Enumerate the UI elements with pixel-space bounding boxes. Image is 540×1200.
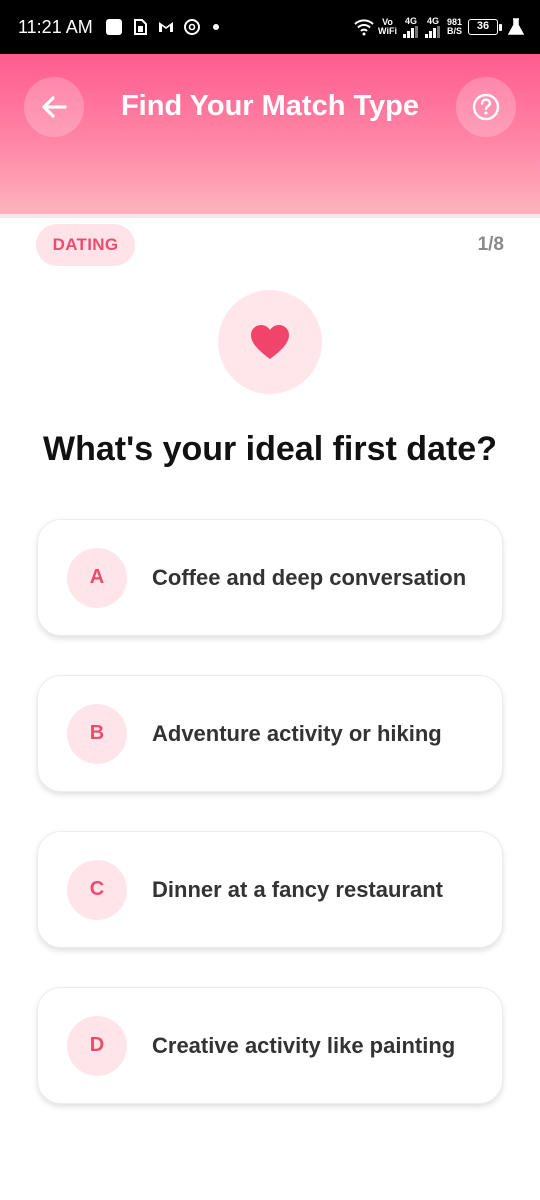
status-left: 11:21 AM — [18, 17, 354, 38]
option-letter-badge: A — [67, 547, 127, 608]
option-letter-badge: B — [67, 703, 127, 764]
network-speed: 981 B/S — [447, 18, 462, 36]
option-label: Adventure activity or hiking — [152, 720, 442, 746]
answer-option-b[interactable]: B Adventure activity or hiking — [37, 675, 503, 792]
signal-strength-2: 4G — [424, 15, 441, 38]
option-label: Dinner at a fancy restaurant — [152, 876, 443, 902]
help-circle-icon — [472, 93, 500, 121]
sim-card-icon — [131, 18, 149, 36]
vowifi-indicator: Vo WiFi — [378, 18, 397, 36]
more-notifications-dot-icon — [212, 24, 219, 30]
gmail-icon — [157, 18, 175, 36]
category-icon-container — [218, 290, 322, 394]
signal-bars-icon — [402, 25, 418, 38]
battery-level: 36 — [468, 19, 498, 35]
status-bar: 11:21 AM Vo WiFi 4G 4G 981 B/S 36 — [0, 0, 540, 54]
category-badge: DATING — [36, 224, 135, 266]
option-letter-badge: D — [67, 1015, 127, 1076]
network-speed-unit: B/S — [446, 26, 462, 36]
option-letter-badge: C — [67, 859, 127, 920]
help-button[interactable] — [456, 77, 516, 137]
notification-app-icon — [105, 18, 123, 36]
option-label: Coffee and deep conversation — [152, 564, 467, 590]
signal-bars-icon — [424, 25, 440, 38]
app-header — [0, 54, 540, 214]
threads-icon — [183, 18, 201, 36]
heart-icon — [251, 325, 289, 359]
battery-tip — [499, 23, 502, 31]
question-progress: 1/8 — [477, 234, 504, 255]
wifi-icon — [354, 18, 374, 36]
header-divider — [0, 214, 540, 218]
vowifi-bottom-label: WiFi — [378, 26, 397, 36]
status-right: Vo WiFi 4G 4G 981 B/S 36 — [354, 15, 526, 38]
answer-option-d[interactable]: D Creative activity like painting — [37, 987, 503, 1104]
answer-option-c[interactable]: C Dinner at a fancy restaurant — [37, 831, 503, 948]
flask-icon — [507, 18, 526, 36]
answer-option-a[interactable]: A Coffee and deep conversation — [37, 519, 503, 636]
signal-strength-1: 4G — [402, 15, 419, 38]
option-label: Creative activity like painting — [152, 1032, 456, 1058]
battery-icon: 36 — [468, 19, 502, 35]
question-text: What's your ideal first date? — [43, 430, 497, 468]
signal-2-label: 4G — [426, 15, 439, 26]
status-time: 11:21 AM — [18, 16, 93, 37]
signal-1-label: 4G — [404, 15, 417, 26]
